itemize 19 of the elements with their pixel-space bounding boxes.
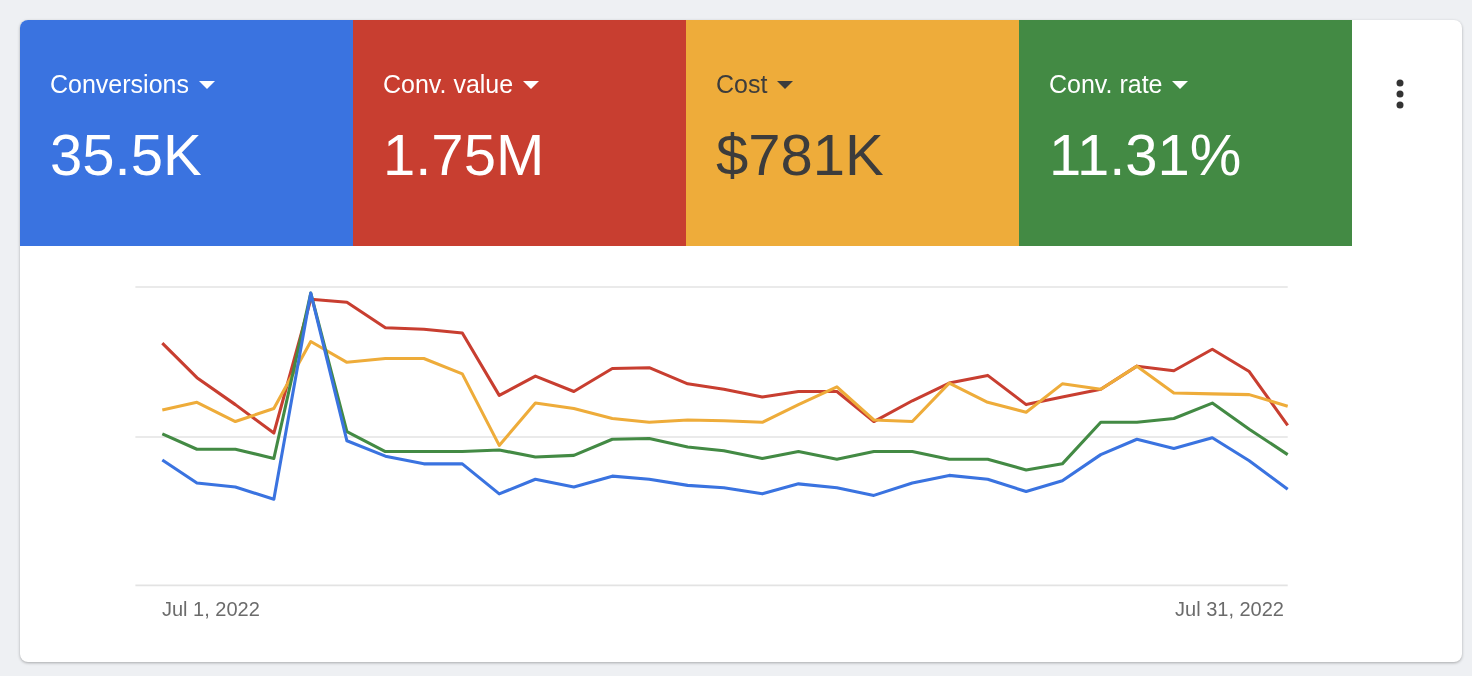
dropdown-caret-icon	[198, 80, 215, 89]
more-vert-icon	[1396, 79, 1404, 109]
metric-value: $781K	[716, 121, 885, 188]
metric-tile[interactable]: Conv. value 1.75M	[353, 20, 686, 246]
metric-tile[interactable]: Conversions 35.5K	[20, 20, 353, 246]
metric-value: 11.31%	[1049, 121, 1243, 188]
dropdown-caret-icon	[1172, 80, 1189, 89]
metric-label: Conv. rate	[1049, 70, 1163, 99]
metric-label: Conversions	[50, 70, 189, 99]
dropdown-caret-icon	[523, 80, 540, 89]
dropdown-caret-icon	[777, 80, 794, 89]
metric-label: Cost	[716, 70, 768, 99]
metric-label: Conv. value	[383, 70, 514, 99]
metric-value: 1.75M	[383, 121, 546, 188]
x-axis-label: Jul 1, 2022	[162, 598, 260, 621]
x-axis-label: Jul 31, 2022	[1175, 598, 1284, 621]
metric-value: 35.5K	[50, 121, 203, 188]
metric-tile[interactable]: Cost $781K	[686, 20, 1019, 246]
metric-tile[interactable]: Conv. rate 11.31%	[1019, 20, 1352, 246]
